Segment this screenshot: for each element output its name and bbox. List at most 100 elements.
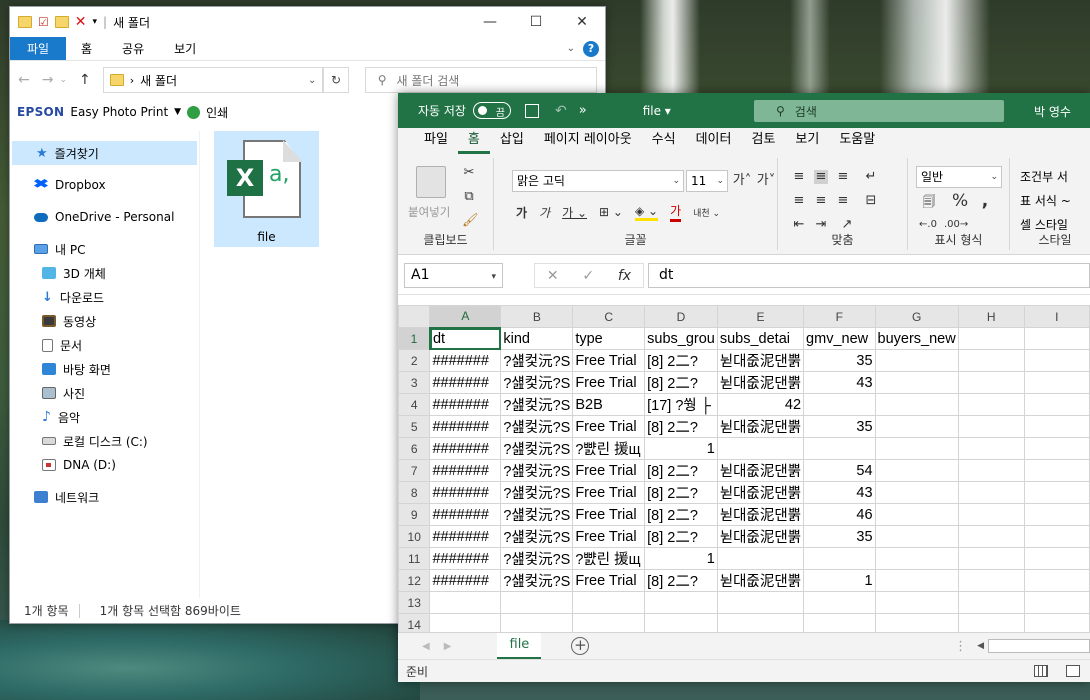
row-header[interactable]: 4 xyxy=(398,393,431,416)
excel-search-input[interactable]: ⚲ 검색 xyxy=(754,100,1004,122)
sidebar-item-this-pc[interactable]: 내 PC xyxy=(10,237,199,261)
tab-share[interactable]: 공유 xyxy=(107,37,159,60)
cell[interactable] xyxy=(957,503,1025,526)
cut-icon[interactable]: ✂ xyxy=(462,166,476,180)
row-header[interactable]: 11 xyxy=(398,547,431,570)
cancel-icon[interactable]: ✕ xyxy=(547,268,559,284)
cell[interactable]: 뉟대줎泥댄뿕 xyxy=(716,503,805,526)
cell[interactable]: 35 xyxy=(803,525,876,548)
cell[interactable]: Free Trial xyxy=(572,415,646,438)
cell[interactable]: ?섎컻沅?S xyxy=(500,349,574,372)
cell[interactable]: Free Trial xyxy=(572,459,646,482)
add-sheet-icon[interactable]: + xyxy=(571,637,590,655)
cell[interactable]: Free Trial xyxy=(572,569,646,592)
expand-ribbon-icon[interactable]: ⌄ xyxy=(567,43,575,54)
cell[interactable] xyxy=(957,371,1025,394)
cell[interactable] xyxy=(957,481,1025,504)
sidebar-item-documents[interactable]: 문서 xyxy=(10,333,199,357)
conditional-formatting-button[interactable]: 조건부 서 xyxy=(1020,168,1068,185)
accounting-format-icon[interactable]: 🗐 xyxy=(920,196,938,210)
cell[interactable] xyxy=(803,437,876,460)
cell[interactable]: ####### xyxy=(429,525,502,548)
help-icon[interactable]: ? xyxy=(583,40,599,57)
properties-icon[interactable]: ☑ xyxy=(38,15,49,29)
cell[interactable] xyxy=(874,459,959,482)
cell[interactable] xyxy=(874,591,959,614)
cell[interactable]: ?섎컻沅?S xyxy=(500,481,574,504)
cell[interactable] xyxy=(874,569,959,592)
column-header[interactable]: D xyxy=(644,305,718,328)
cell[interactable] xyxy=(957,591,1025,614)
cell[interactable]: ?섎컻沅?S xyxy=(500,459,574,482)
print-button[interactable]: 인쇄 xyxy=(206,104,228,121)
up-arrow-icon[interactable]: ↑ xyxy=(79,72,91,88)
number-format-select[interactable]: 일반 ⌄ xyxy=(916,166,1002,188)
cell[interactable] xyxy=(1023,327,1090,350)
refresh-button[interactable]: ↻ xyxy=(323,67,349,93)
row-header[interactable]: 14 xyxy=(398,613,431,632)
cell[interactable] xyxy=(957,327,1025,350)
cell[interactable] xyxy=(874,415,959,438)
cell[interactable]: 43 xyxy=(803,481,876,504)
next-sheet-icon[interactable]: ▶ xyxy=(444,641,452,652)
tab-home[interactable]: 홈 xyxy=(457,130,490,154)
delete-icon[interactable]: ✕ xyxy=(75,14,87,30)
minimize-icon[interactable]: — xyxy=(467,7,513,37)
cell[interactable]: type xyxy=(572,327,646,350)
cell[interactable] xyxy=(803,591,876,614)
cell[interactable] xyxy=(874,613,959,632)
cell[interactable] xyxy=(716,591,805,614)
fill-color-icon[interactable]: ◈ ⌄ xyxy=(634,204,659,221)
tab-data[interactable]: 데이터 xyxy=(686,130,742,154)
orientation-icon[interactable]: ↗ xyxy=(840,218,854,232)
align-top-icon[interactable]: ≡ xyxy=(792,170,806,184)
maximize-icon[interactable]: ☐ xyxy=(513,7,559,37)
cell[interactable] xyxy=(1023,591,1090,614)
cell[interactable]: gmv_new xyxy=(803,327,876,350)
cell[interactable]: subs_detai xyxy=(716,327,805,350)
copy-icon[interactable]: ⧉ xyxy=(462,190,476,204)
cell[interactable]: ?섎컻沅?S xyxy=(500,569,574,592)
comma-style-icon[interactable]: , xyxy=(978,193,992,210)
undo-icon[interactable]: ↶ xyxy=(555,103,567,119)
row-header[interactable]: 10 xyxy=(398,525,431,548)
normal-view-icon[interactable] xyxy=(1034,665,1048,677)
cell[interactable] xyxy=(957,459,1025,482)
epson-app-button[interactable]: Easy Photo Print xyxy=(70,105,168,119)
cell[interactable]: 뉟대줎泥댄뿕 xyxy=(716,459,805,482)
cell[interactable]: Free Trial xyxy=(572,503,646,526)
cell[interactable] xyxy=(500,613,574,632)
cell[interactable] xyxy=(716,613,805,632)
decrease-indent-icon[interactable]: ⇤ xyxy=(792,218,806,232)
column-header[interactable]: G xyxy=(874,305,959,328)
cell[interactable]: 뉟대줎泥댄뿕 xyxy=(716,371,805,394)
tab-view[interactable]: 보기 xyxy=(785,130,829,154)
cell[interactable]: [8] 2二? xyxy=(644,349,718,372)
cell[interactable]: 뉟대줎泥댄뿕 xyxy=(716,569,805,592)
spreadsheet-table[interactable]: A B C D E F G H I 1 dt kind type subs_grou su… xyxy=(398,305,1090,632)
cell[interactable] xyxy=(957,437,1025,460)
tab-page-layout[interactable]: 페이지 레이아웃 xyxy=(534,130,642,154)
cell[interactable]: ####### xyxy=(429,481,502,504)
cell[interactable]: ?섎컻沅?S xyxy=(500,393,574,416)
row-header[interactable]: 6 xyxy=(398,437,431,460)
cell[interactable]: 뉟대줎泥댄뿕 xyxy=(716,481,805,504)
sidebar-item-desktop[interactable]: 바탕 화면 xyxy=(10,357,199,381)
increase-font-icon[interactable]: 가˄ xyxy=(732,174,752,188)
sidebar-item-3d-objects[interactable]: 3D 개체 xyxy=(10,261,199,285)
previous-sheet-icon[interactable]: ◀ xyxy=(422,641,430,652)
document-name[interactable]: file ▾ xyxy=(643,104,671,118)
cell[interactable]: [8] 2二? xyxy=(644,569,718,592)
cell[interactable] xyxy=(1023,349,1090,372)
cell[interactable]: ?뺤린 援щ xyxy=(572,547,646,570)
sidebar-item-dropbox[interactable]: Dropbox xyxy=(10,173,199,197)
column-header[interactable]: H xyxy=(957,305,1025,328)
cell[interactable]: B2B xyxy=(572,393,646,416)
cell[interactable]: 43 xyxy=(803,371,876,394)
cell[interactable] xyxy=(1023,459,1090,482)
cell[interactable]: buyers_new xyxy=(874,327,959,350)
cell[interactable]: 54 xyxy=(803,459,876,482)
sidebar-item-network[interactable]: 네트워크 xyxy=(10,485,199,509)
align-middle-icon[interactable]: ≡ xyxy=(814,170,828,184)
cell[interactable]: 1 xyxy=(644,547,718,570)
